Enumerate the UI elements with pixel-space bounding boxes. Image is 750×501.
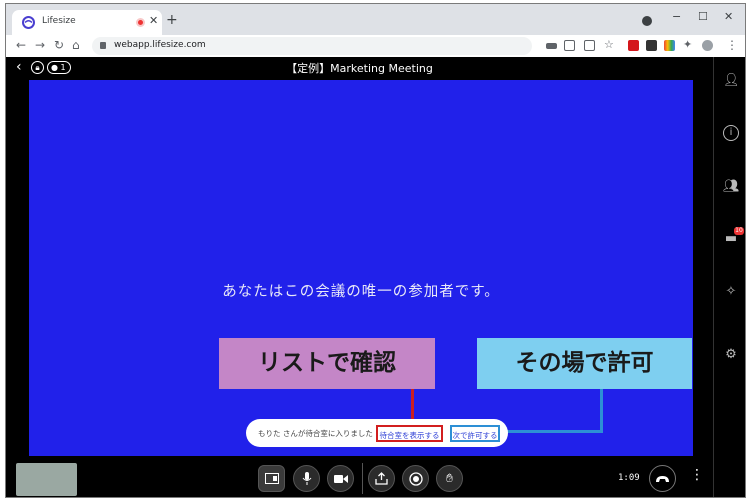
annotation-connector-blue-vertical <box>600 389 603 433</box>
address-bar[interactable]: webapp.lifesize.com <box>92 37 532 55</box>
hang-up-phone-icon <box>656 476 669 482</box>
info-icon[interactable]: i <box>723 125 739 141</box>
share-screen-button[interactable] <box>368 465 395 492</box>
layout-toggle-button[interactable] <box>258 465 285 492</box>
puzzle-extensions-icon[interactable]: ✦ <box>683 38 692 52</box>
lifesize-logo-icon <box>22 16 35 29</box>
video-camera-icon <box>333 475 348 483</box>
share-upload-icon <box>375 472 388 485</box>
tab-close-icon[interactable]: ✕ <box>149 14 158 27</box>
annotation-list-check: リストで確認 <box>219 338 435 389</box>
new-tab-button[interactable]: + <box>166 13 178 27</box>
acrobat-icon[interactable] <box>628 40 639 51</box>
record-icon <box>408 472 423 486</box>
meeting-title: 【定例】Marketing Meeting <box>286 62 433 75</box>
recording-icon <box>136 18 145 27</box>
translate-icon[interactable] <box>584 40 595 51</box>
extension-icon[interactable] <box>646 40 657 51</box>
lock-icon <box>100 42 106 49</box>
microphone-icon <box>302 472 311 485</box>
self-view-thumbnail[interactable] <box>16 463 77 496</box>
waiting-room-notification: もりた さんが待合室に入りました 待合室を表示する 次で許可する <box>246 419 508 447</box>
annotation-connector-blue-horizontal <box>500 430 603 433</box>
show-waiting-room-button[interactable]: 待合室を表示する <box>376 425 443 442</box>
record-button[interactable] <box>402 465 429 492</box>
reload-icon[interactable]: ↻ <box>54 38 64 52</box>
close-window-button[interactable]: ✕ <box>724 10 733 23</box>
camera-indicator-icon[interactable] <box>546 43 557 49</box>
back-icon[interactable]: ← <box>16 38 26 52</box>
alone-message: あなたはこの会議の唯一の参加者です。 <box>222 284 500 300</box>
browser-toolbar: ← → ↻ ⌂ webapp.lifesize.com ☆ ✦ ⋮ <box>6 35 745 57</box>
call-timer: 1:09 <box>618 473 640 483</box>
controls-divider <box>362 463 363 494</box>
minimize-button[interactable]: − <box>672 10 681 23</box>
bookmark-star-icon[interactable]: ☆ <box>604 38 614 52</box>
tab-strip: Lifesize ✕ + − ☐ ✕ <box>6 4 745 35</box>
layout-icon <box>264 473 279 484</box>
settings-gear-icon[interactable]: ⚙︎ <box>723 347 739 363</box>
tab-title: Lifesize <box>42 16 76 26</box>
meeting-area: ‹ 🔒︎ ● 1 【定例】Marketing Meeting あなたはこの会議の… <box>6 57 713 497</box>
notification-text: もりた さんが待合室に入りました <box>258 429 373 438</box>
raise-hand-button[interactable]: ✋︎ <box>436 465 463 492</box>
microphone-button[interactable] <box>293 465 320 492</box>
camera-button[interactable] <box>327 465 354 492</box>
forward-icon[interactable]: → <box>35 38 45 52</box>
browser-menu-icon[interactable]: ⋮ <box>726 38 738 52</box>
profile-icon[interactable] <box>642 16 652 26</box>
participants-icon[interactable]: 👥︎ <box>723 179 740 195</box>
annotation-admit-now: その場で許可 <box>477 338 692 389</box>
chat-unread-badge: 10 <box>734 227 744 235</box>
hang-up-button[interactable] <box>649 465 676 492</box>
account-icon[interactable] <box>702 40 713 51</box>
browser-window: Lifesize ✕ + − ☐ ✕ ← → ↻ ⌂ webapp.lifesi… <box>5 3 746 498</box>
raise-hand-icon: ✋︎ <box>446 471 453 485</box>
google-extension-icon[interactable] <box>664 40 675 51</box>
annotation-connector-red <box>411 389 414 420</box>
home-icon[interactable]: ⌂ <box>72 38 80 52</box>
admit-next-button[interactable]: 次で許可する <box>450 425 500 442</box>
qr-icon[interactable] <box>564 40 575 51</box>
effects-icon[interactable]: ✧ <box>723 284 739 300</box>
right-sidebar: 👤︎ i 👥︎ ▬ 10 ✧ ⚙︎ <box>713 57 745 497</box>
maximize-button[interactable]: ☐ <box>698 10 708 23</box>
browser-tab[interactable]: Lifesize ✕ <box>12 10 162 35</box>
add-participant-icon[interactable]: 👤︎ <box>723 73 740 89</box>
more-options-icon[interactable]: ⋮ <box>690 467 704 483</box>
url-text: webapp.lifesize.com <box>114 40 206 50</box>
video-stage: あなたはこの会議の唯一の参加者です。 <box>29 80 693 456</box>
